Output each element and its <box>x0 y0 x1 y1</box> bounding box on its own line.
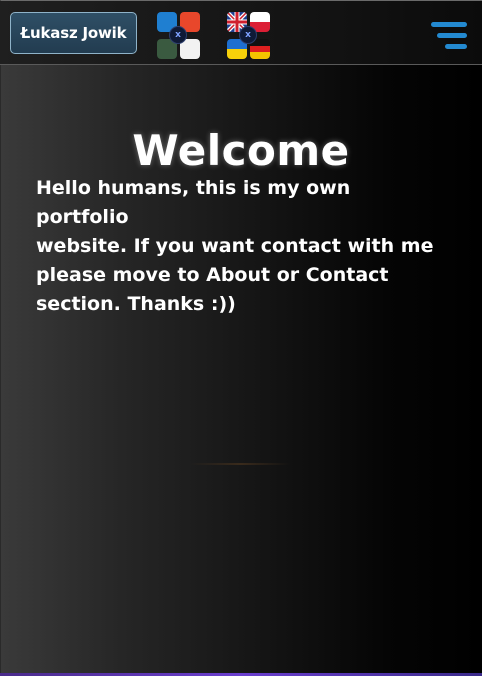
decorative-divider <box>190 463 290 465</box>
language-switcher-button[interactable]: x <box>227 12 271 60</box>
theme-switcher-button[interactable]: x <box>157 12 201 60</box>
intro-line: website. If you want contact with me <box>36 235 434 257</box>
intro-text: Hello humans, this is my own portfolio w… <box>36 174 436 319</box>
page-background <box>0 0 482 676</box>
close-badge-icon: x <box>169 26 187 44</box>
menu-line-top <box>431 22 467 27</box>
home-name-button[interactable]: Łukasz Jowik <box>10 12 137 54</box>
intro-line: section. Thanks :)) <box>36 293 236 315</box>
page-title: Welcome <box>132 126 350 176</box>
close-badge-icon: x <box>239 26 257 44</box>
intro-line: Hello humans, this is my own portfolio <box>36 177 351 228</box>
menu-line-bottom <box>445 44 467 49</box>
hamburger-menu-icon[interactable] <box>431 22 467 50</box>
intro-line: please move to About or Contact <box>36 264 389 286</box>
menu-line-middle <box>437 33 467 38</box>
top-navbar: Łukasz Jowik x x <box>0 1 482 65</box>
